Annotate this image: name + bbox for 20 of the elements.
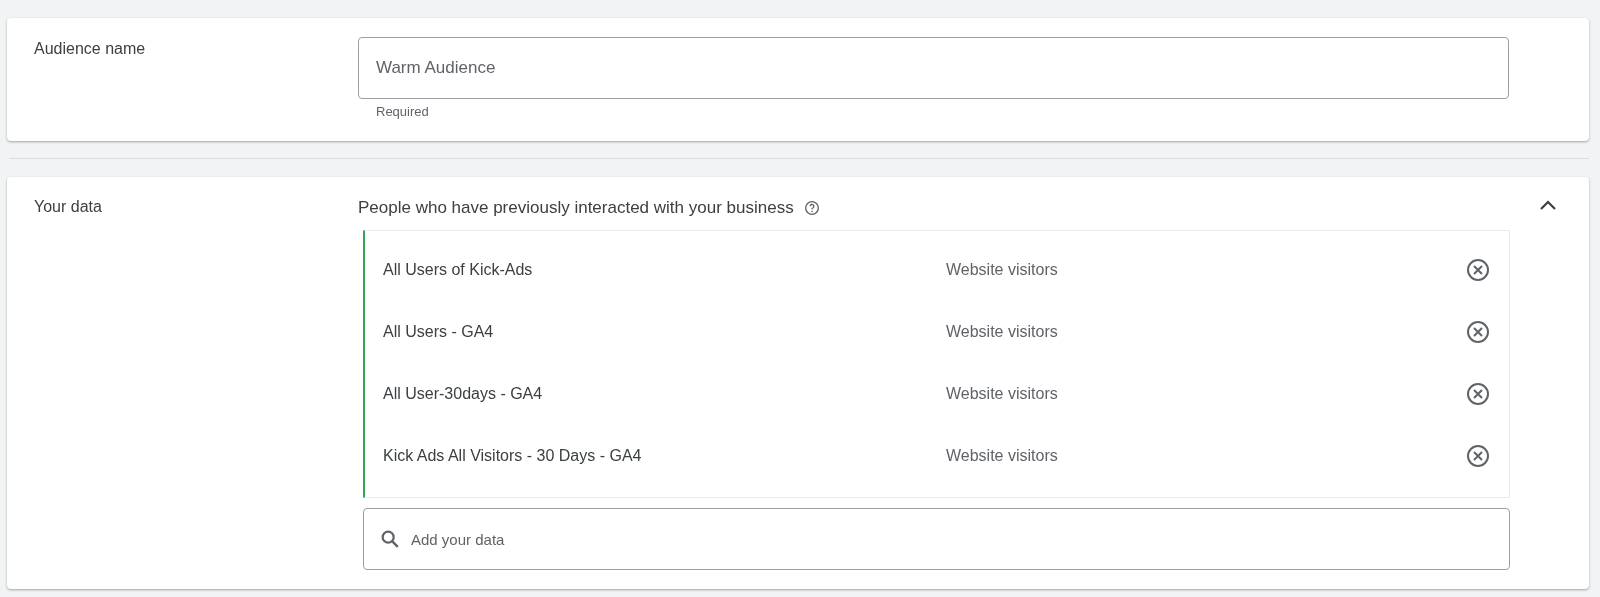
- segment-name: Kick Ads All Visitors - 30 Days - GA4: [383, 447, 643, 465]
- helper-text: Required: [375, 103, 430, 119]
- segment-type: Website visitors: [946, 261, 1059, 279]
- remove-icon[interactable]: [1466, 320, 1490, 344]
- search-icon: [379, 528, 401, 550]
- remove-icon[interactable]: [1466, 258, 1490, 282]
- remove-icon[interactable]: [1466, 382, 1490, 406]
- audience-name-field[interactable]: Warm Audience: [358, 37, 1509, 99]
- add-data-search-field[interactable]: Add your data: [363, 508, 1510, 570]
- section-label: Your data: [33, 197, 103, 217]
- segment-type: Website visitors: [946, 385, 1059, 403]
- help-icon[interactable]: [803, 200, 820, 216]
- segment-type: Website visitors: [946, 447, 1059, 465]
- segment-name: All User-30days - GA4: [383, 385, 544, 403]
- segment-name: All Users - GA4: [383, 323, 495, 341]
- section-label: Audience name: [33, 39, 147, 59]
- segment-name: All Users of Kick-Ads: [383, 261, 534, 279]
- remove-icon[interactable]: [1466, 444, 1490, 468]
- segment-type: Website visitors: [946, 323, 1059, 341]
- section-heading: People who have previously interacted with your business: [358, 198, 794, 218]
